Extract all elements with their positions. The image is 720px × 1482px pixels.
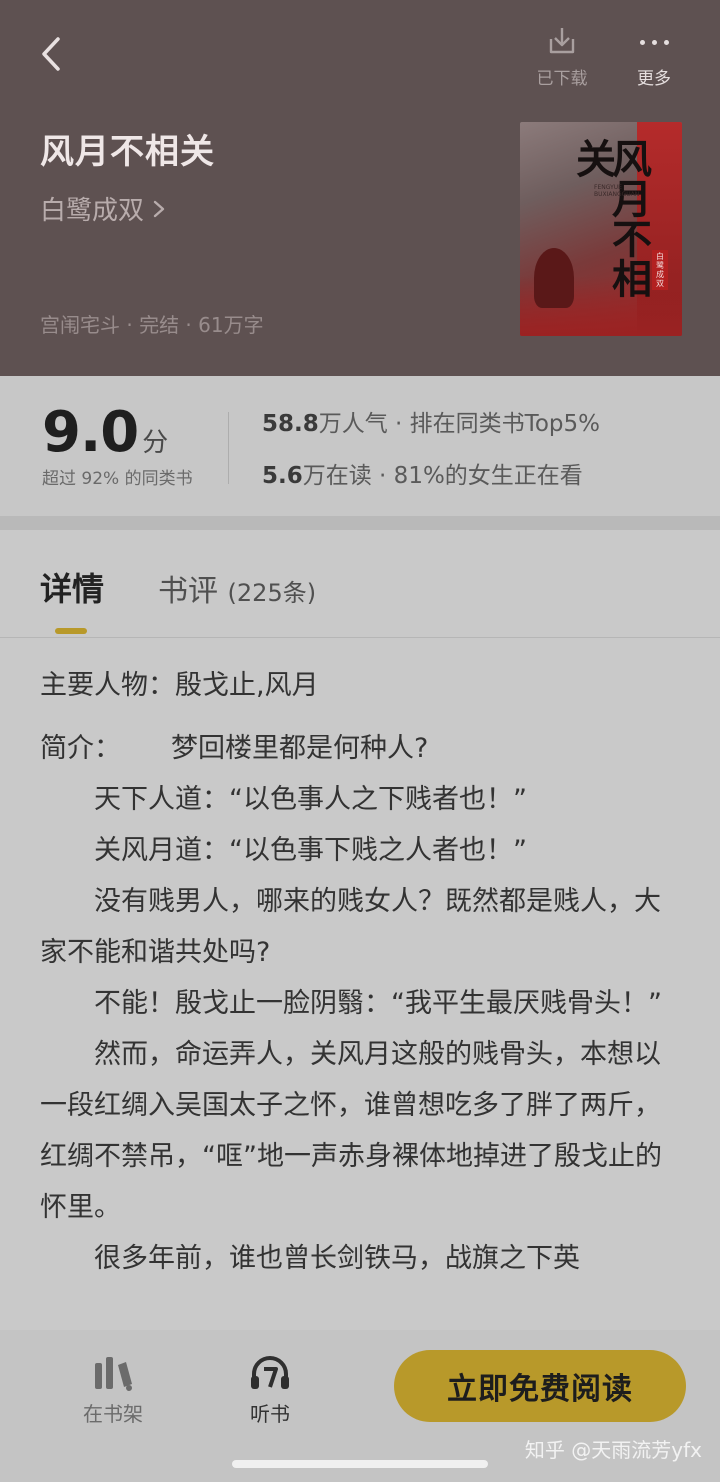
listen-button[interactable]: 听书 xyxy=(230,1350,310,1427)
back-button[interactable] xyxy=(30,30,74,78)
more-label: 更多 xyxy=(637,69,671,89)
cover-art-figure xyxy=(534,248,574,308)
bookshelf-label: 在书架 xyxy=(83,1402,143,1426)
rating-stats: 9.0 分 超过 92% 的同类书 58.8万人气 · 排在同类书Top5% 5… xyxy=(0,376,720,516)
home-indicator[interactable] xyxy=(232,1460,488,1468)
chevron-right-icon xyxy=(153,200,165,217)
download-button[interactable]: 已下载 xyxy=(522,24,602,89)
synopsis-paragraph: 关风月道：“以色事下贱之人者也！” xyxy=(94,835,527,866)
read-now-button[interactable]: 立即免费阅读 xyxy=(394,1350,686,1422)
main-characters: 主要人物：殷戈止,风月 xyxy=(40,670,319,701)
author-name: 白鹭成双 xyxy=(40,196,145,226)
cover-author-seal: 白鹭成双 xyxy=(652,250,668,290)
synopsis-paragraph: 天下人道：“以色事人之下贱者也！” xyxy=(94,784,527,815)
tab-review-count: (225条) xyxy=(227,579,317,607)
score-subtext: 超过 92% 的同类书 xyxy=(42,469,193,489)
cover-title: 风月不相关 xyxy=(569,138,652,298)
score-unit: 分 xyxy=(142,428,169,458)
cover-subtitle: FENGYUE BUXIANGGUAN xyxy=(594,184,640,198)
synopsis-paragraph: 然而，命运弄人，关风月这般的贱骨头，本想以一段红绸入吴国太子之怀，谁曾想吃多了胖… xyxy=(40,1039,662,1223)
synopsis-first-line: 简介： 梦回楼里都是何种人? xyxy=(40,723,686,774)
chevron-left-icon xyxy=(42,37,60,71)
synopsis-label: 简介： xyxy=(40,733,121,764)
book-meta: 宫闱宅斗 · 完结 · 61万字 xyxy=(40,313,264,337)
score-value: 9.0 xyxy=(42,400,139,465)
bookshelf-icon xyxy=(70,1350,156,1396)
book-cover[interactable]: 风月不相关 FENGYUE BUXIANGGUAN 白鹭成双 xyxy=(520,122,682,336)
download-icon xyxy=(522,24,602,60)
book-detail-content: 主要人物：殷戈止,风月 简介： 梦回楼里都是何种人? 天下人道：“以色事人之下贱者… xyxy=(40,660,686,1284)
score: 9.0 分 xyxy=(42,400,168,465)
reading-text: 万在读 · 81%的女生正在看 xyxy=(302,463,583,489)
more-dots-icon xyxy=(614,24,694,60)
more-button[interactable]: 更多 xyxy=(614,24,694,89)
tab-bar: 详情 书评 (225条) xyxy=(0,530,720,638)
divider xyxy=(228,412,229,484)
download-label: 已下载 xyxy=(536,69,588,89)
author-link[interactable]: 白鹭成双 xyxy=(40,190,168,227)
section-divider xyxy=(0,516,720,530)
popularity-text: 万人气 · 排在同类书Top5% xyxy=(318,411,600,437)
popularity-number: 58.8 xyxy=(262,411,319,437)
book-header: 已下载 更多 风月不相关 白鹭成双 宫闱宅斗 · 完结 · 61万字 风月不相关… xyxy=(0,0,720,376)
popularity-stat: 58.8万人气 · 排在同类书Top5% xyxy=(262,404,600,438)
tab-detail[interactable]: 详情 xyxy=(40,564,104,610)
synopsis-paragraph: 没有贱男人，哪来的贱女人？既然都是贱人，大家不能和谐共处吗? xyxy=(40,886,661,968)
tab-review-label: 书评 xyxy=(158,574,218,609)
watermark: 知乎 @天雨流芳yfx xyxy=(524,1438,702,1462)
listen-label: 听书 xyxy=(250,1402,290,1426)
synopsis-paragraph: 不能！殷戈止一脸阴翳：“我平生最厌贱骨头！” xyxy=(94,988,662,1019)
tab-review[interactable]: 书评 (225条) xyxy=(158,566,316,610)
tab-active-indicator xyxy=(55,628,87,634)
book-title: 风月不相关 xyxy=(40,132,215,172)
synopsis-paragraph: 梦回楼里都是何种人? xyxy=(171,733,429,764)
reading-number: 5.6 xyxy=(262,463,303,489)
synopsis-paragraph: 很多年前，谁也曾长剑铁马，战旗之下英 xyxy=(94,1243,580,1274)
reading-stat: 5.6万在读 · 81%的女生正在看 xyxy=(262,456,583,490)
bookshelf-button[interactable]: 在书架 xyxy=(70,1350,156,1427)
headphones-icon xyxy=(230,1350,310,1396)
